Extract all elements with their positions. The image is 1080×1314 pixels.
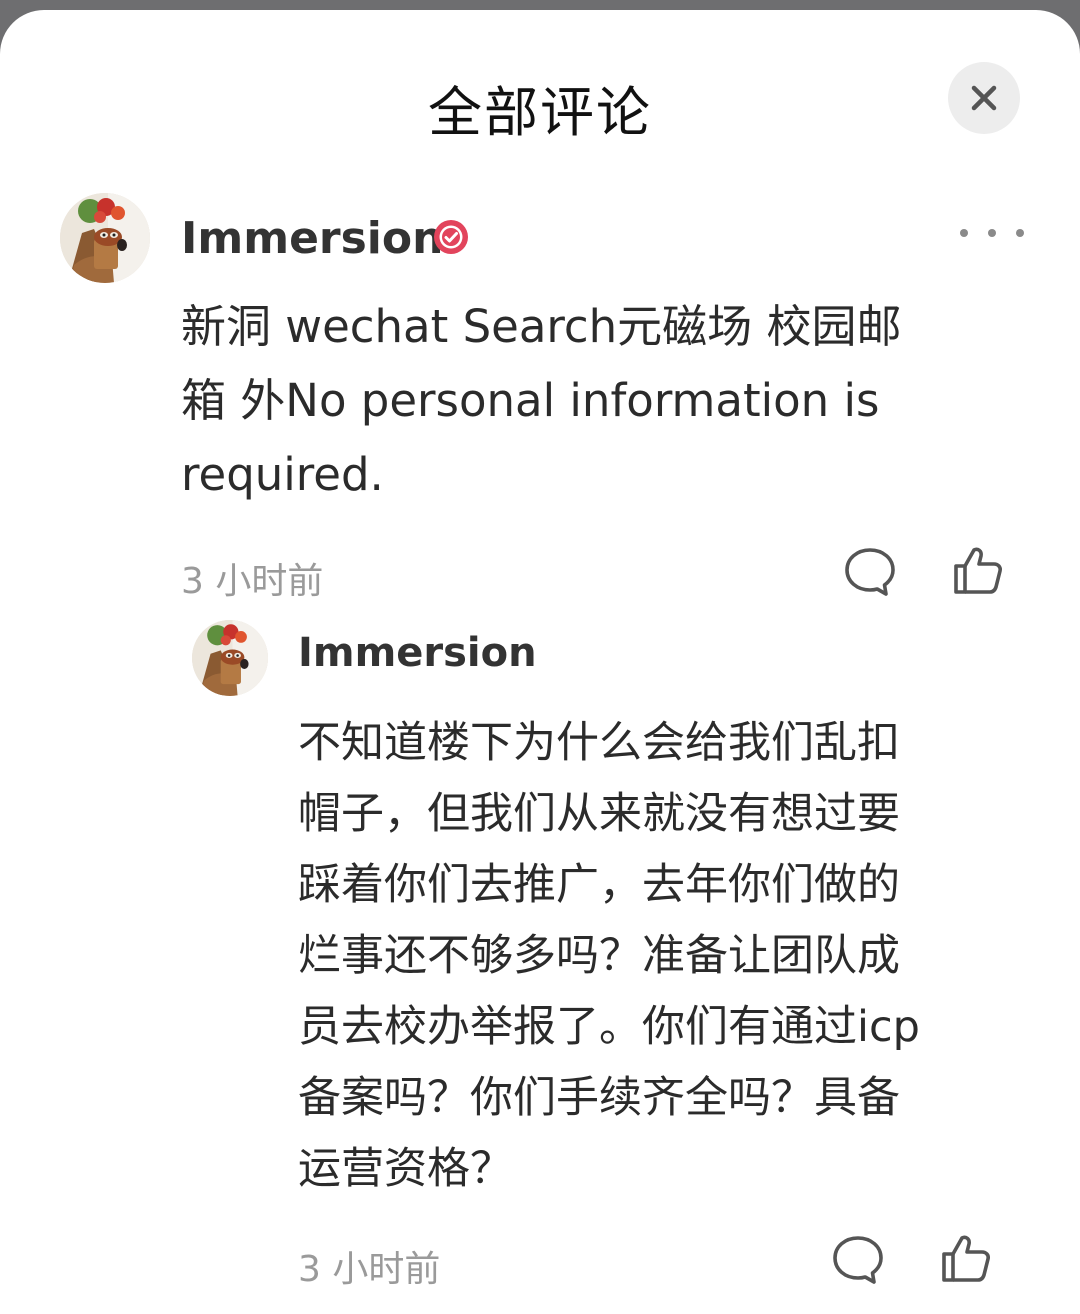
- reply-item: Immersion 不知道楼下为什么会给我们乱扣 帽子，但我们从来就没有想过要 …: [0, 610, 1080, 1314]
- comment-bubble-icon[interactable]: [830, 1232, 886, 1288]
- comment-timestamp: 3 小时前: [181, 561, 324, 602]
- avatar[interactable]: [192, 620, 268, 696]
- comment-item: Immersion 新洞 wechat Search元磁场 校园邮 箱 外No …: [0, 10, 1080, 610]
- reply-text: 不知道楼下为什么会给我们乱扣 帽子，但我们从来就没有想过要 踩着你们去推广，去年…: [298, 718, 920, 1194]
- avatar[interactable]: [60, 193, 150, 283]
- more-icon-dot: [988, 229, 996, 237]
- thumbs-up-icon[interactable]: [950, 542, 1006, 598]
- more-options-button[interactable]: [960, 213, 1024, 253]
- comments-sheet: 全部评论 Immersion 新洞 wechat Search元磁场 校园邮 箱…: [0, 10, 1080, 1314]
- more-icon-dot: [1016, 229, 1024, 237]
- more-icon: [960, 229, 968, 237]
- reply-timestamp: 3 小时前: [298, 1249, 441, 1290]
- comment-author[interactable]: Immersion: [181, 213, 443, 264]
- reply-author[interactable]: Immersion: [298, 630, 537, 676]
- thumbs-up-icon[interactable]: [938, 1230, 994, 1286]
- comment-text: 新洞 wechat Search元磁场 校园邮 箱 外No personal i…: [181, 300, 902, 501]
- verified-badge-icon: [434, 220, 468, 254]
- comment-bubble-icon[interactable]: [842, 544, 898, 600]
